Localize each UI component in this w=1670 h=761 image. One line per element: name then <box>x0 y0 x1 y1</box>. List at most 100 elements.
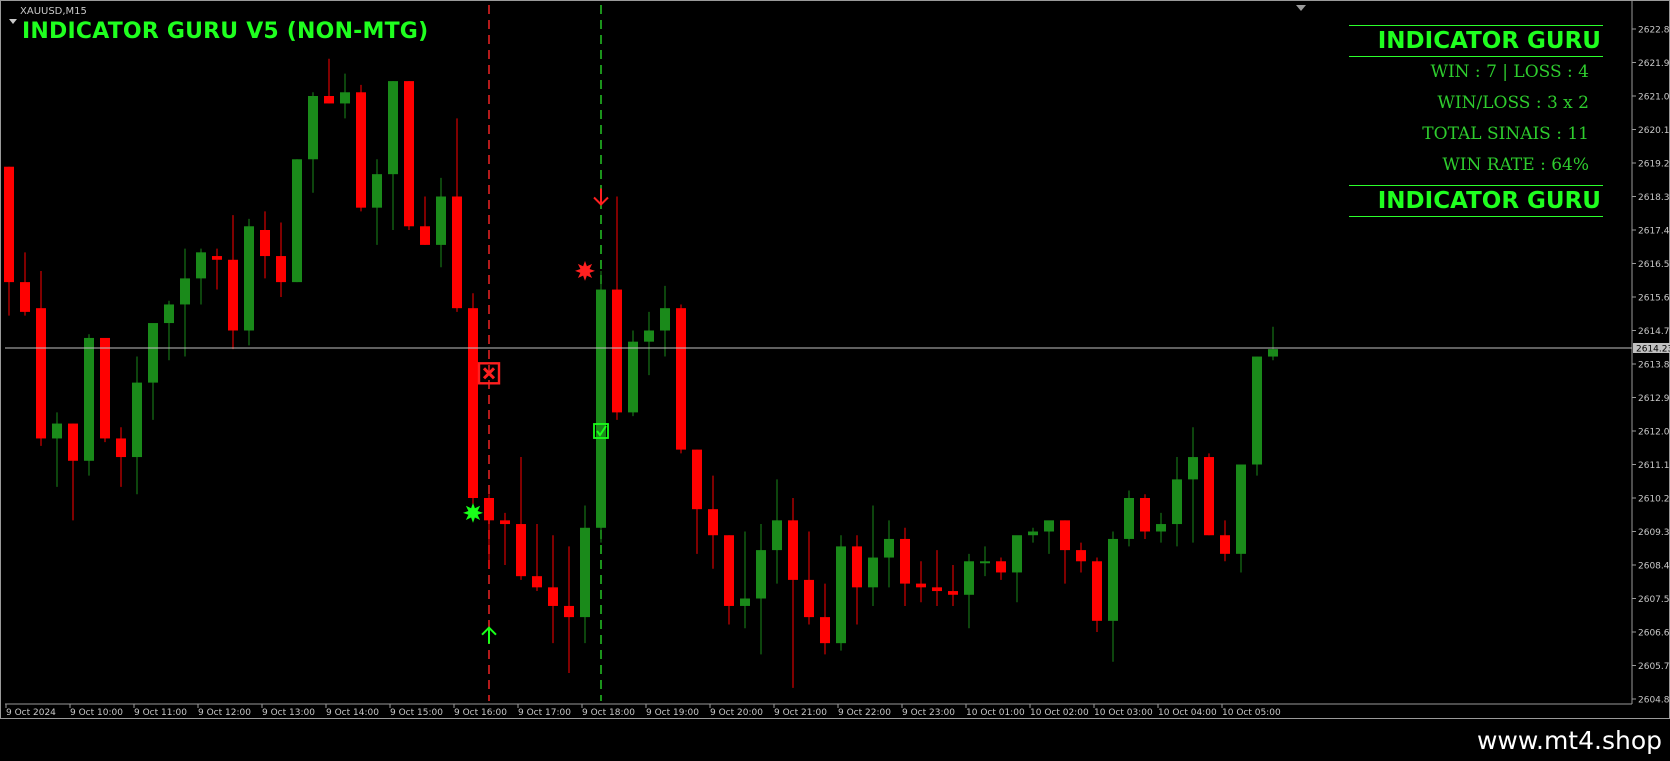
candle-body <box>276 256 286 283</box>
candle-body <box>1124 498 1134 539</box>
stats-header-bottom: INDICATOR GURU <box>1377 188 1601 214</box>
candle-body <box>612 289 622 413</box>
time-tick-label: 9 Oct 22:00 <box>838 708 891 718</box>
win-loss-count: WIN : 7 | LOSS : 4 <box>1430 62 1589 82</box>
candle-body <box>1140 498 1150 532</box>
candle-body <box>1188 457 1198 480</box>
candle-body <box>948 591 958 595</box>
candle-body <box>932 587 942 592</box>
signal-star-icon <box>463 502 483 523</box>
candle-body <box>596 289 606 528</box>
candle-body <box>692 449 702 510</box>
candle-body <box>324 96 334 104</box>
candle-body <box>580 527 590 618</box>
stats-header-top: INDICATOR GURU <box>1377 28 1601 54</box>
candle-body <box>404 81 414 227</box>
candle-body <box>980 561 990 564</box>
candle-body <box>52 423 62 439</box>
candle-body <box>436 196 446 245</box>
candle-body <box>340 92 350 104</box>
time-tick-label: 9 Oct 23:00 <box>902 708 955 718</box>
price-tick-label: 2615.60 <box>1638 294 1670 304</box>
candle-body <box>228 259 238 331</box>
candle-body <box>1220 535 1230 554</box>
candle-body <box>420 226 430 245</box>
price-tick-label: 2622.80 <box>1638 26 1670 36</box>
candle-body <box>1060 520 1070 551</box>
candle-body <box>708 509 718 536</box>
candle-body <box>676 308 686 450</box>
candle-body <box>964 561 974 595</box>
candle-body <box>84 337 94 461</box>
price-tick-label: 2618.30 <box>1638 193 1670 203</box>
chart-menu-icon[interactable] <box>9 11 17 29</box>
candle-body <box>452 196 462 309</box>
candle-body <box>196 252 206 279</box>
candle-body <box>116 438 126 458</box>
candle-body <box>148 323 158 383</box>
time-tick-label: 9 Oct 15:00 <box>390 708 443 718</box>
price-tick-label: 2616.50 <box>1638 260 1670 270</box>
candle-body <box>68 423 78 461</box>
candle-body <box>100 337 110 439</box>
time-tick-label: 9 Oct 10:00 <box>70 708 123 718</box>
price-tick-label: 2621.00 <box>1638 93 1670 103</box>
candle-body <box>1268 349 1278 357</box>
win-rate: WIN RATE : 64% <box>1442 155 1589 175</box>
candle-body <box>20 282 30 312</box>
candle-body <box>660 308 670 331</box>
candle-body <box>1204 457 1214 536</box>
brand-watermark: www.mt4.shop <box>1476 726 1662 755</box>
time-tick-label: 9 Oct 20:00 <box>710 708 763 718</box>
candle-body <box>884 538 894 558</box>
price-tick-label: 2607.50 <box>1638 595 1670 605</box>
candle-body <box>1028 531 1038 536</box>
candle-body <box>628 341 638 413</box>
price-tick-label: 2617.40 <box>1638 227 1670 237</box>
signal-star-icon <box>575 260 595 281</box>
time-tick-label: 9 Oct 18:00 <box>582 708 635 718</box>
chart-window[interactable]: 2622.80 2621.90 2621.00 2620.10 2619.20 2618.… <box>0 0 1670 719</box>
candle-body <box>36 308 46 439</box>
candle-body <box>132 382 142 458</box>
candle-body <box>1108 538 1118 621</box>
time-tick-label: 9 Oct 17:00 <box>518 708 571 718</box>
candle-body <box>564 605 574 618</box>
chart-shift-icon[interactable] <box>1296 5 1306 11</box>
candle-body <box>756 550 766 599</box>
price-tick-label: 2606.60 <box>1638 629 1670 639</box>
time-tick-label: 10 Oct 01:00 <box>966 708 1025 718</box>
candle-body <box>1252 356 1262 465</box>
current-price-label: 2614.23 <box>1636 344 1670 354</box>
candle-body <box>1012 535 1022 573</box>
time-tick-label: 9 Oct 2024 <box>6 708 56 718</box>
price-tick-label: 2605.70 <box>1638 662 1670 672</box>
candle-body <box>804 579 814 618</box>
candle-body <box>292 159 302 283</box>
candle-body <box>388 81 398 175</box>
price-tick-label: 2612.00 <box>1638 428 1670 438</box>
candle-body <box>916 583 926 588</box>
time-tick-label: 10 Oct 02:00 <box>1030 708 1089 718</box>
price-tick-label: 2620.10 <box>1638 126 1670 136</box>
stats-panel: INDICATOR GURU WIN : 7 | LOSS : 4 WIN/LO… <box>1349 25 1603 217</box>
candle-body <box>548 587 558 606</box>
candle-body <box>644 330 654 342</box>
time-tick-label: 9 Oct 19:00 <box>646 708 699 718</box>
candle-body <box>532 576 542 588</box>
price-tick-label: 2614.70 <box>1638 327 1670 337</box>
candle-body <box>772 520 782 551</box>
time-tick-label: 10 Oct 05:00 <box>1222 708 1281 718</box>
candle-body <box>244 226 254 331</box>
price-tick-label: 2608.40 <box>1638 562 1670 572</box>
price-tick-label: 2609.30 <box>1638 528 1670 538</box>
sell-arrow-icon <box>593 188 609 206</box>
candle-body <box>516 524 526 577</box>
price-tick-label: 2619.20 <box>1638 160 1670 170</box>
time-tick-label: 9 Oct 11:00 <box>134 708 187 718</box>
time-tick-label: 9 Oct 13:00 <box>262 708 315 718</box>
candle-body <box>900 538 910 584</box>
candle-body <box>836 546 846 644</box>
candle-body <box>1156 524 1166 532</box>
footer-bar: www.mt4.shop <box>0 719 1670 761</box>
